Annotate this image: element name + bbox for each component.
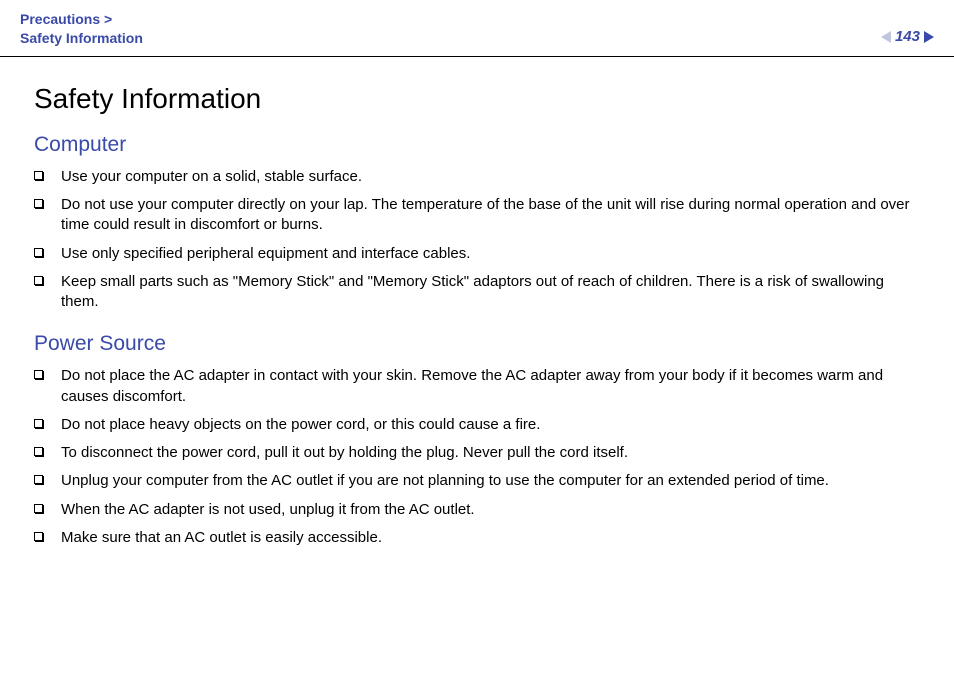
bullet-icon [34, 171, 43, 180]
bullet-text: Do not place the AC adapter in contact w… [61, 366, 920, 407]
next-page-icon[interactable] [924, 31, 934, 43]
bullet-text: Unplug your computer from the AC outlet … [61, 471, 920, 491]
section-heading: Power Source [34, 332, 920, 356]
page-header: Precautions > Safety Information 143 [0, 0, 954, 57]
breadcrumb-line1: Precautions > [20, 10, 143, 29]
list-item: Make sure that an AC outlet is easily ac… [34, 528, 920, 548]
bullet-icon [34, 475, 43, 484]
bullet-icon [34, 276, 43, 285]
page-content: Safety Information Computer Use your com… [0, 57, 954, 548]
page-nav: 143 [881, 10, 934, 45]
list-item: Keep small parts such as "Memory Stick" … [34, 272, 920, 313]
bullet-text: Use your computer on a solid, stable sur… [61, 167, 920, 187]
list-item: Use only specified peripheral equipment … [34, 244, 920, 264]
list-item: Do not place the AC adapter in contact w… [34, 366, 920, 407]
bullet-icon [34, 370, 43, 379]
bullet-text: Do not use your computer directly on you… [61, 195, 920, 236]
prev-page-icon[interactable] [881, 31, 891, 43]
list-item: Do not place heavy objects on the power … [34, 415, 920, 435]
bullet-icon [34, 419, 43, 428]
breadcrumb: Precautions > Safety Information [20, 10, 143, 48]
list-item: Do not use your computer directly on you… [34, 195, 920, 236]
list-item: Unplug your computer from the AC outlet … [34, 471, 920, 491]
bullet-icon [34, 532, 43, 541]
bullet-icon [34, 248, 43, 257]
bullet-text: Do not place heavy objects on the power … [61, 415, 920, 435]
section-heading: Computer [34, 133, 920, 157]
bullet-text: When the AC adapter is not used, unplug … [61, 500, 920, 520]
breadcrumb-line2: Safety Information [20, 29, 143, 48]
list-item: Use your computer on a solid, stable sur… [34, 167, 920, 187]
bullet-icon [34, 199, 43, 208]
page-title: Safety Information [34, 83, 920, 115]
list-item: When the AC adapter is not used, unplug … [34, 500, 920, 520]
bullet-text: Use only specified peripheral equipment … [61, 244, 920, 264]
bullet-text: To disconnect the power cord, pull it ou… [61, 443, 920, 463]
page-number: 143 [895, 28, 920, 45]
bullet-icon [34, 504, 43, 513]
bullet-list: Do not place the AC adapter in contact w… [34, 366, 920, 548]
bullet-text: Make sure that an AC outlet is easily ac… [61, 528, 920, 548]
bullet-text: Keep small parts such as "Memory Stick" … [61, 272, 920, 313]
bullet-list: Use your computer on a solid, stable sur… [34, 167, 920, 313]
bullet-icon [34, 447, 43, 456]
list-item: To disconnect the power cord, pull it ou… [34, 443, 920, 463]
